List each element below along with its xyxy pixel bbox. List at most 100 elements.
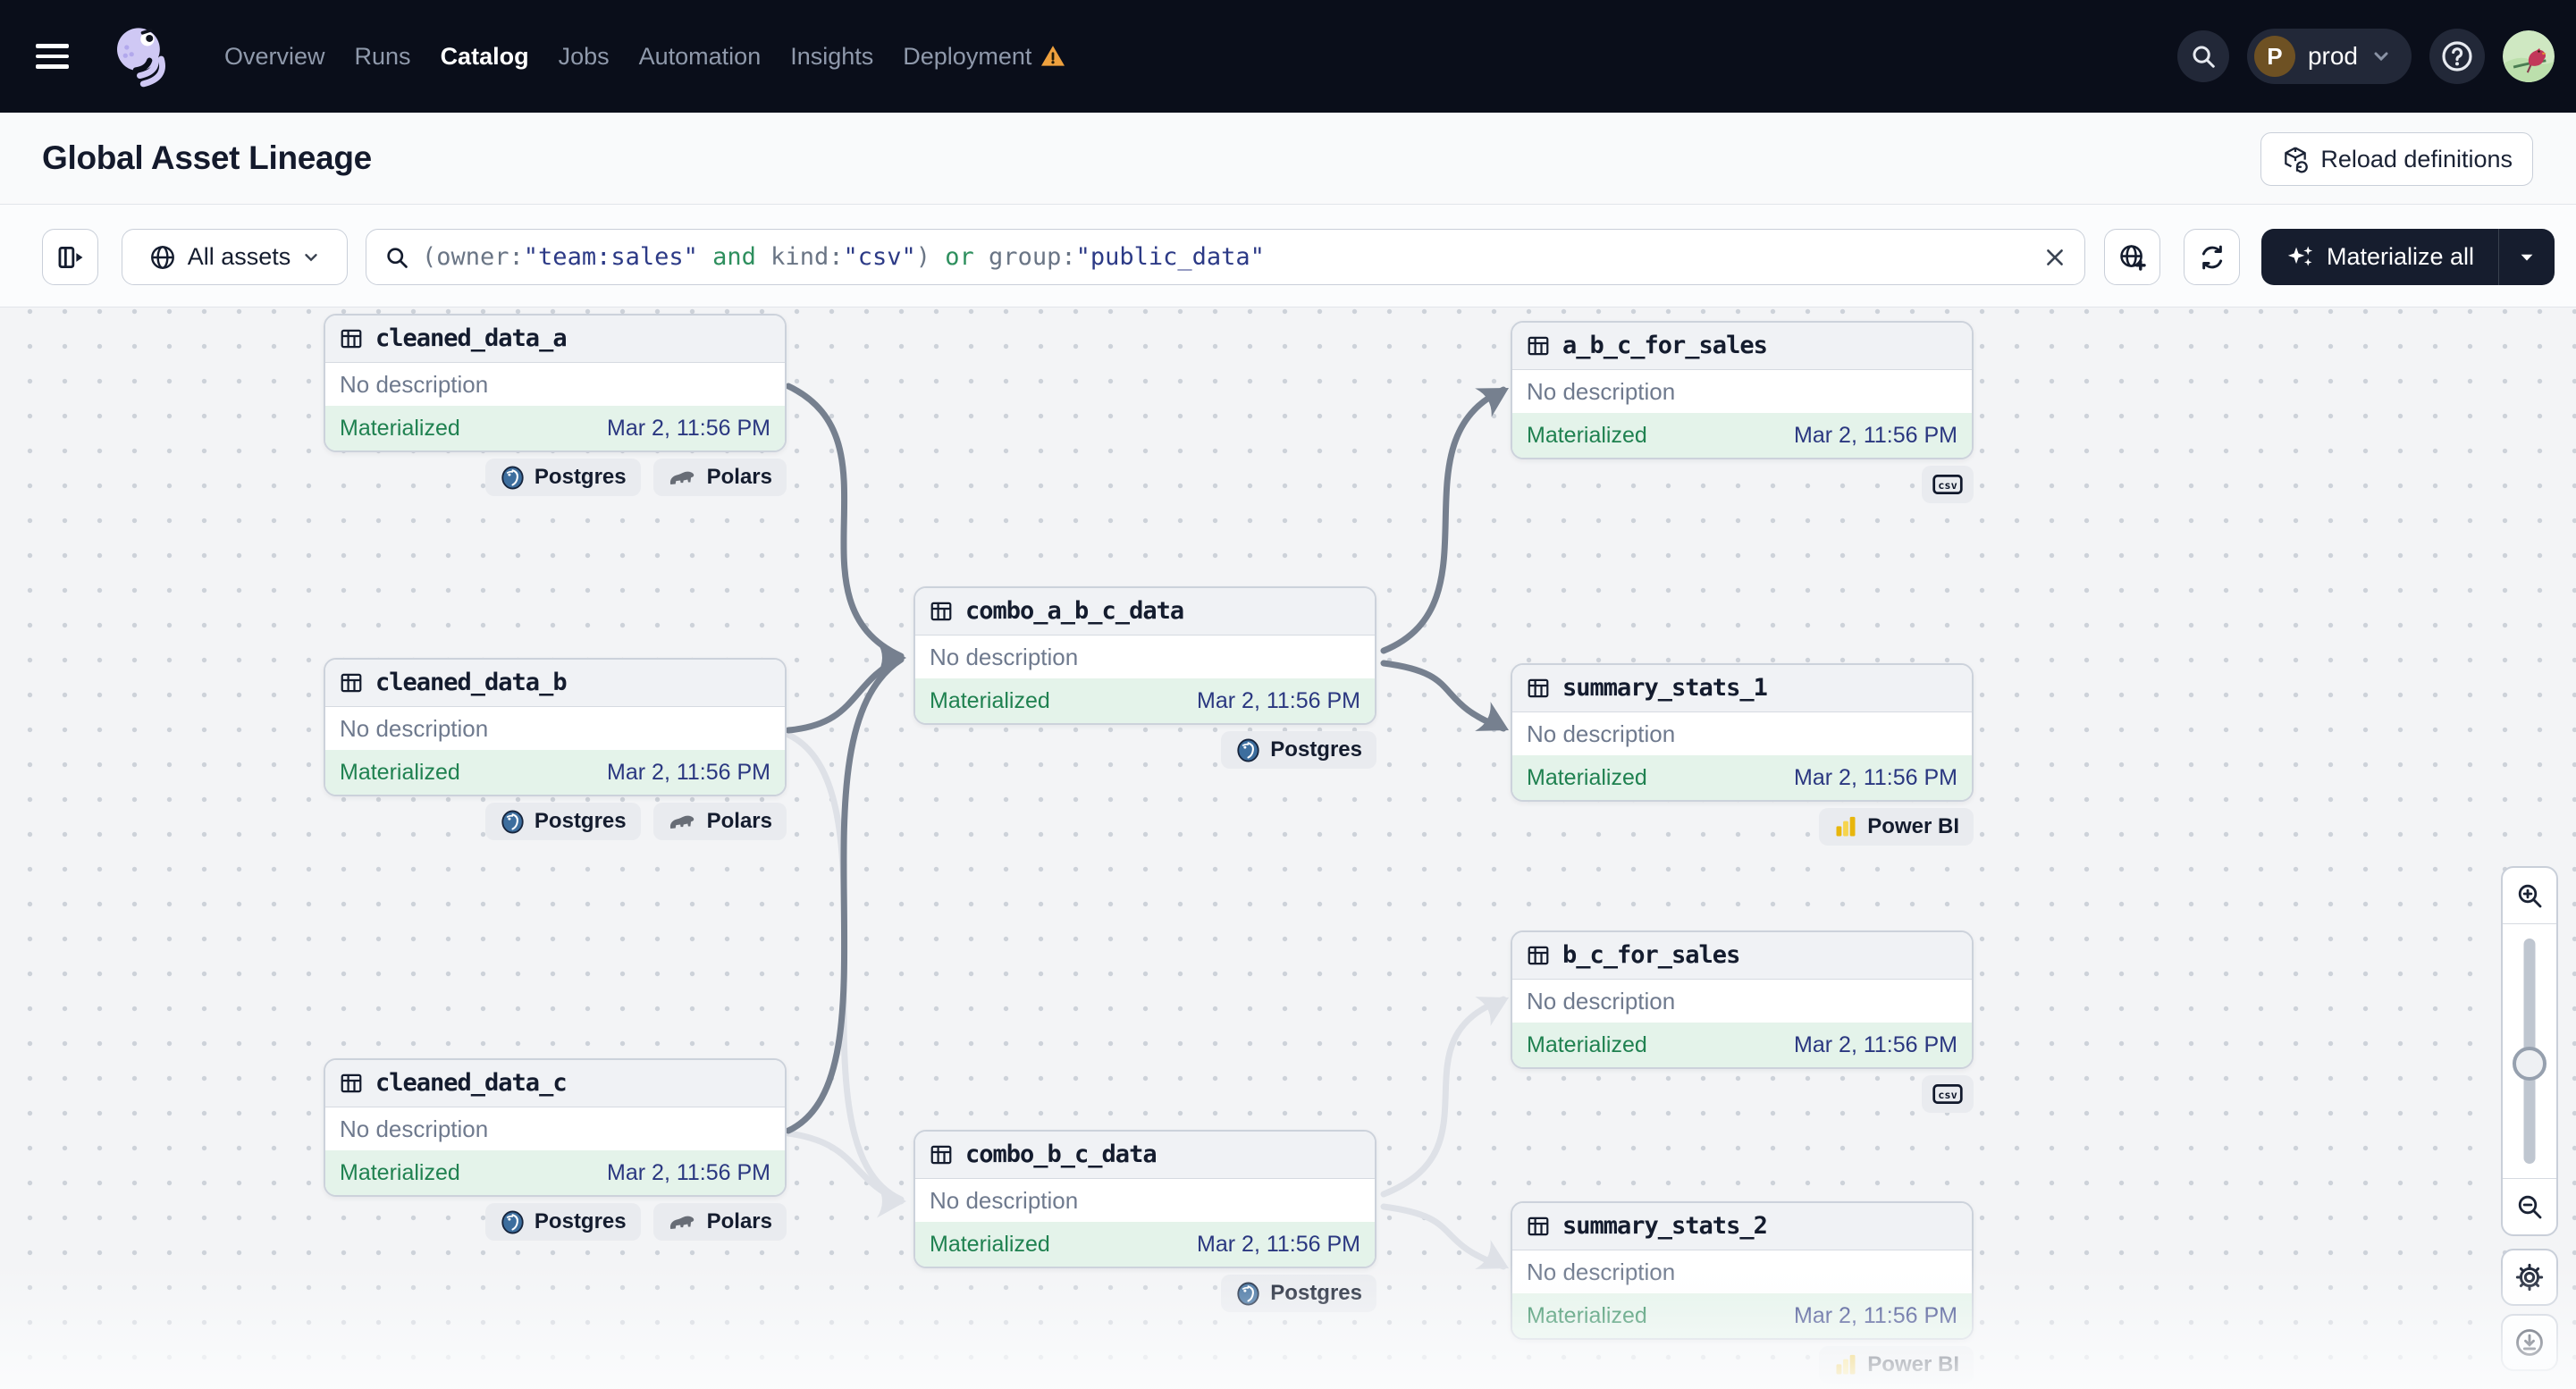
nav-automation[interactable]: Automation — [639, 43, 762, 71]
asset-node-summary_stats_2[interactable]: summary_stats_2 No description Materialize… — [1511, 1201, 1974, 1340]
asset-scope-dropdown[interactable]: All assets — [122, 229, 348, 285]
search-button[interactable] — [2176, 30, 2229, 82]
table-icon — [1528, 1216, 1549, 1236]
asset-description: No description — [1527, 1259, 1676, 1285]
asset-timestamp[interactable]: Mar 2, 11:56 PM — [1794, 1030, 1957, 1060]
asset-timestamp[interactable]: Mar 2, 11:56 PM — [1197, 1229, 1360, 1259]
zoom-in-button[interactable] — [2503, 868, 2556, 923]
table-icon — [341, 329, 362, 349]
materialize-options-button[interactable] — [2499, 229, 2555, 285]
kind-badge-postgres[interactable]: Postgres — [484, 803, 641, 840]
edge-combo_a_b_c_data-to-a_b_c_for_sales — [1380, 386, 1507, 654]
asset-timestamp[interactable]: Mar 2, 11:56 PM — [1197, 686, 1360, 716]
nav-insights[interactable]: Insights — [790, 43, 873, 71]
asset-node-header: a_b_c_for_sales — [1512, 323, 1972, 370]
asset-timestamp[interactable]: Mar 2, 11:56 PM — [607, 757, 770, 787]
kind-badge-powerbi[interactable]: Power BI — [1819, 1346, 1974, 1384]
download-icon — [2516, 1329, 2543, 1356]
kind-badge-postgres[interactable]: Postgres — [1221, 731, 1376, 769]
deployment-name: prod — [2307, 42, 2358, 70]
topbar-right-cluster: P prod — [2176, 29, 2555, 84]
query-token-plain: ) — [915, 243, 931, 271]
nav-overview[interactable]: Overview — [224, 43, 325, 71]
asset-timestamp[interactable]: Mar 2, 11:56 PM — [1794, 1301, 1957, 1331]
kind-badge-powerbi[interactable]: Power BI — [1819, 808, 1974, 846]
asset-status-badge: Materialized — [1527, 423, 1647, 448]
asset-node-b_c_for_sales[interactable]: b_c_for_sales No description Materialized M… — [1511, 930, 1974, 1069]
asset-status-row: Materialized Mar 2, 11:56 PM — [1512, 413, 1972, 458]
nav-catalog[interactable]: Catalog — [441, 43, 529, 71]
globe-icon — [150, 245, 174, 269]
refresh-icon — [2201, 245, 2222, 269]
asset-status-row: Materialized Mar 2, 11:56 PM — [1512, 1293, 1972, 1338]
asset-node-cleaned_data_a[interactable]: cleaned_data_a No description Materialized… — [324, 314, 787, 452]
table-icon — [341, 1073, 362, 1093]
kind-badge-polars[interactable]: Polars — [652, 459, 787, 496]
kind-badge-csv[interactable]: csv — [1922, 466, 1974, 503]
postgres-icon — [501, 1210, 524, 1233]
graph-settings-button[interactable] — [2501, 1249, 2558, 1306]
kind-badge-polars[interactable]: Polars — [652, 1203, 787, 1241]
asset-name: a_b_c_for_sales — [1562, 332, 1768, 359]
kind-badge-postgres[interactable]: Postgres — [484, 1203, 641, 1241]
download-image-button[interactable] — [2501, 1314, 2558, 1371]
gear-icon — [2515, 1263, 2544, 1292]
asset-search-input[interactable]: (owner:"team:sales" and kind:"csv") or g… — [366, 229, 2085, 285]
zoom-slider-thumb[interactable] — [2513, 1047, 2547, 1081]
table-icon — [1528, 678, 1549, 698]
asset-description: No description — [1527, 378, 1676, 405]
reload-definitions-button[interactable]: Reload definitions — [2260, 132, 2533, 186]
asset-node-cleaned_data_b[interactable]: cleaned_data_b No description Materialized… — [324, 658, 787, 796]
query-token-plain: group: — [973, 243, 1076, 271]
query-token-plain: kind: — [755, 243, 844, 271]
dagster-logo-icon[interactable] — [108, 23, 174, 89]
user-avatar[interactable] — [2503, 30, 2555, 82]
asset-status-row: Materialized Mar 2, 11:56 PM — [325, 1150, 785, 1195]
zoom-slider[interactable] — [2503, 923, 2556, 1179]
nav-runs[interactable]: Runs — [355, 43, 411, 71]
edge-combo_a_b_c_data-to-summary_stats_1 — [1380, 660, 1507, 732]
refresh-button[interactable] — [2184, 229, 2240, 285]
deployment-switcher[interactable]: P prod — [2246, 29, 2412, 84]
asset-node-combo_a_b_c_data[interactable]: combo_a_b_c_data No description Materializ… — [913, 586, 1376, 725]
zoom-controls — [2501, 866, 2558, 1236]
table-icon — [930, 602, 952, 621]
kind-label: Power BI — [1867, 1352, 1959, 1376]
kind-badges-summary_stats_1: Power BI — [1511, 808, 1974, 846]
asset-node-cleaned_data_c[interactable]: cleaned_data_c No description Materialized… — [324, 1058, 787, 1197]
asset-timestamp[interactable]: Mar 2, 11:56 PM — [1794, 420, 1957, 450]
search-query-text: (owner:"team:sales" and kind:"csv") or g… — [422, 243, 2031, 271]
asset-timestamp[interactable]: Mar 2, 11:56 PM — [607, 413, 770, 443]
asset-timestamp[interactable]: Mar 2, 11:56 PM — [607, 1158, 770, 1188]
menu-icon[interactable] — [29, 29, 85, 85]
asset-node-a_b_c_for_sales[interactable]: a_b_c_for_sales No description Materialize… — [1511, 321, 1974, 459]
open-panel-icon — [58, 246, 82, 268]
query-token-plain — [930, 243, 945, 271]
asset-description: No description — [340, 715, 489, 742]
toggle-sidebar-button[interactable] — [42, 229, 98, 285]
asset-name: combo_a_b_c_data — [965, 597, 1184, 625]
nav-deployment[interactable]: Deployment — [903, 43, 1066, 71]
clear-search-icon[interactable] — [2043, 246, 2067, 269]
materialize-all-button[interactable]: Materialize all — [2261, 229, 2498, 285]
help-button[interactable] — [2429, 29, 2485, 84]
asset-timestamp[interactable]: Mar 2, 11:56 PM — [1794, 762, 1957, 793]
kind-badge-polars[interactable]: Polars — [652, 803, 787, 840]
asset-name: summary_stats_1 — [1562, 674, 1768, 702]
kind-badge-postgres[interactable]: Postgres — [484, 459, 641, 496]
query-token-keyword: and — [712, 243, 756, 271]
main-nav: Overview Runs Catalog Jobs Automation Insight… — [224, 43, 1066, 71]
materialize-all-split-button: Materialize all — [2261, 229, 2555, 285]
asset-description: No description — [340, 371, 489, 398]
kind-badge-postgres[interactable]: Postgres — [1221, 1275, 1376, 1312]
nav-jobs[interactable]: Jobs — [559, 43, 610, 71]
filter-to-selection-button[interactable] — [2104, 229, 2160, 285]
kind-badges-b_c_for_sales: csv — [1511, 1075, 1974, 1113]
asset-node-combo_b_c_data[interactable]: combo_b_c_data No description Materialized… — [913, 1130, 1376, 1268]
asset-status-badge: Materialized — [340, 1160, 460, 1185]
asset-node-summary_stats_1[interactable]: summary_stats_1 No description Materialize… — [1511, 663, 1974, 802]
asset-node-header: summary_stats_1 — [1512, 665, 1972, 712]
kind-badge-csv[interactable]: csv — [1922, 1075, 1974, 1113]
lineage-canvas[interactable]: cleaned_data_a No description Materialized… — [0, 307, 2576, 1389]
zoom-out-button[interactable] — [2503, 1179, 2556, 1234]
